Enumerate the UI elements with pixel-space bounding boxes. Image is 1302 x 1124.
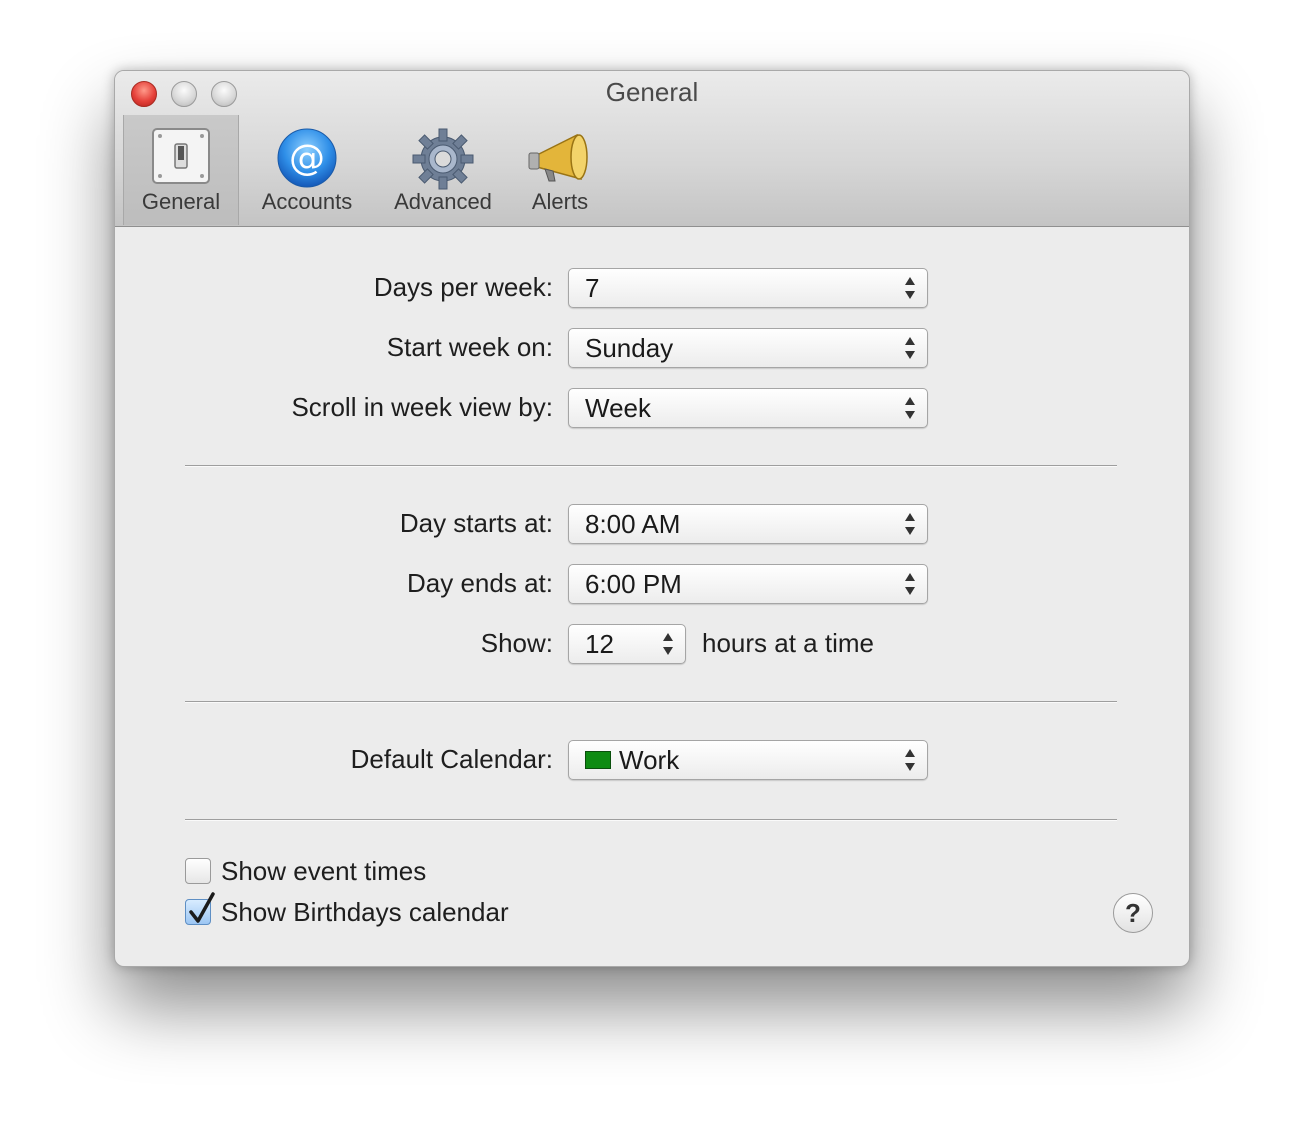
divider bbox=[185, 465, 1117, 467]
show-hours-value: 12 bbox=[585, 629, 614, 659]
days-per-week-label: Days per week: bbox=[373, 272, 553, 302]
show-hours-suffix: hours at a time bbox=[702, 628, 874, 658]
show-hours-popup[interactable]: 12 bbox=[568, 624, 686, 664]
day-ends-value: 6:00 PM bbox=[585, 569, 682, 599]
default-calendar-value: Work bbox=[619, 745, 680, 775]
megaphone-icon bbox=[527, 127, 593, 193]
help-button[interactable]: ? bbox=[1113, 893, 1153, 933]
tab-accounts-label: Accounts bbox=[261, 189, 353, 214]
day-starts-row: Day starts at: 8:00 AM bbox=[115, 504, 1189, 544]
default-calendar-label: Default Calendar: bbox=[350, 744, 553, 774]
days-per-week-popup[interactable]: 7 bbox=[568, 268, 928, 308]
popup-arrows-icon bbox=[905, 573, 915, 595]
window-title: General bbox=[605, 77, 699, 107]
start-week-popup[interactable]: Sunday bbox=[568, 328, 928, 368]
show-hours-row: Show: 12 hours at a time bbox=[115, 624, 1189, 664]
default-calendar-row: Default Calendar: Work bbox=[115, 740, 1189, 780]
start-week-label: Start week on: bbox=[386, 332, 553, 362]
tab-advanced-label: Advanced bbox=[394, 189, 492, 214]
general-pane: Days per week: 7 Start week on: Sunday S… bbox=[115, 227, 1189, 966]
tab-alerts-label: Alerts bbox=[531, 189, 589, 214]
at-sign-icon: @ bbox=[276, 127, 338, 195]
tab-general-label: General bbox=[141, 189, 221, 214]
tab-alerts[interactable]: Alerts bbox=[515, 115, 605, 225]
divider bbox=[185, 819, 1117, 821]
start-week-row: Start week on: Sunday bbox=[115, 328, 1189, 368]
show-event-times-row[interactable]: Show event times bbox=[185, 856, 585, 886]
show-hours-label: Show: bbox=[480, 628, 553, 658]
day-starts-popup[interactable]: 8:00 AM bbox=[568, 504, 928, 544]
scroll-by-popup[interactable]: Week bbox=[568, 388, 928, 428]
show-birthdays-label: Show Birthdays calendar bbox=[221, 897, 509, 927]
day-ends-popup[interactable]: 6:00 PM bbox=[568, 564, 928, 604]
preferences-window: General General @ Accounts Advanced Aler… bbox=[114, 70, 1190, 967]
tab-advanced[interactable]: Advanced bbox=[383, 115, 503, 225]
show-birthdays-row[interactable]: Show Birthdays calendar bbox=[185, 892, 585, 927]
day-starts-value: 8:00 AM bbox=[585, 509, 681, 539]
days-per-week-value: 7 bbox=[585, 273, 600, 303]
popup-arrows-icon bbox=[905, 513, 915, 535]
checkmark-icon bbox=[189, 892, 215, 923]
scroll-by-value: Week bbox=[585, 393, 651, 423]
start-week-value: Sunday bbox=[585, 333, 674, 363]
default-calendar-popup[interactable]: Work bbox=[568, 740, 928, 780]
tab-general[interactable]: General bbox=[123, 115, 239, 225]
gear-icon bbox=[411, 127, 475, 197]
popup-arrows-icon bbox=[905, 749, 915, 771]
day-ends-label: Day ends at: bbox=[407, 568, 553, 598]
day-starts-label: Day starts at: bbox=[399, 508, 553, 538]
popup-arrows-icon bbox=[663, 633, 673, 655]
tab-accounts[interactable]: @ Accounts bbox=[251, 115, 363, 225]
popup-arrows-icon bbox=[905, 277, 915, 299]
switch-icon bbox=[151, 127, 211, 191]
popup-arrows-icon bbox=[905, 337, 915, 359]
scroll-by-label: Scroll in week view by: bbox=[291, 392, 553, 422]
scroll-by-row: Scroll in week view by: Week bbox=[115, 388, 1189, 428]
show-birthdays-checkbox[interactable] bbox=[185, 892, 215, 925]
show-event-times-label: Show event times bbox=[221, 856, 427, 886]
divider bbox=[185, 701, 1117, 703]
days-per-week-row: Days per week: 7 bbox=[115, 268, 1189, 308]
popup-arrows-icon bbox=[905, 397, 915, 419]
svg-text:@: @ bbox=[289, 138, 325, 179]
show-event-times-checkbox[interactable] bbox=[185, 858, 211, 884]
titlebar: General General @ Accounts Advanced Aler… bbox=[115, 71, 1189, 227]
calendar-color-swatch bbox=[585, 751, 611, 770]
day-ends-row: Day ends at: 6:00 PM bbox=[115, 564, 1189, 604]
